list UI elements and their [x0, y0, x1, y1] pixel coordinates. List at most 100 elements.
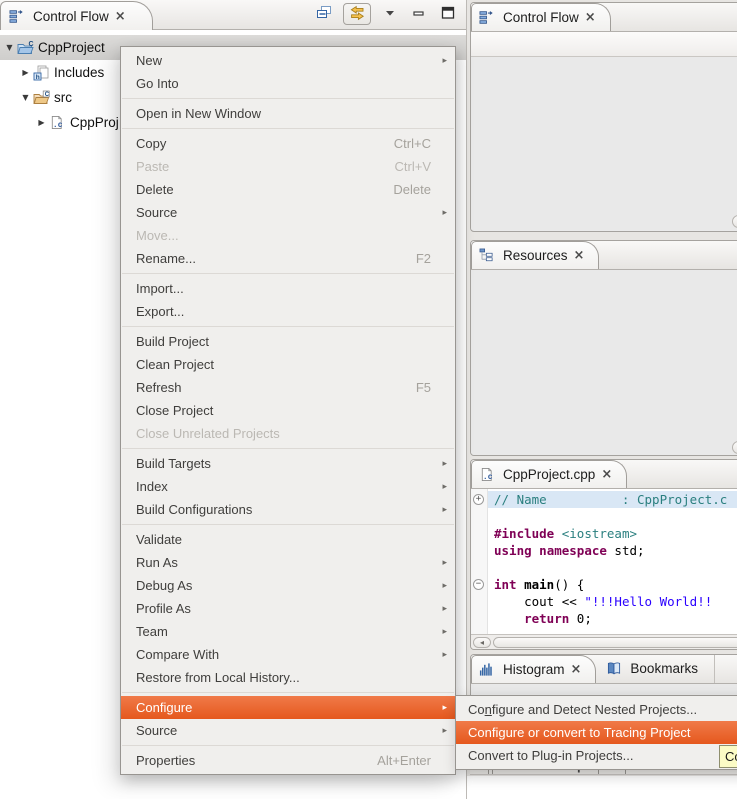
- maximize-button[interactable]: [438, 3, 458, 25]
- menu-item-source[interactable]: Source▸: [121, 719, 455, 742]
- minimize-button[interactable]: [409, 3, 429, 25]
- menu-item-rename[interactable]: Rename...F2: [121, 247, 455, 270]
- expander-icon[interactable]: ▼: [18, 93, 33, 102]
- menu-item-shortcut: Ctrl+C: [394, 136, 431, 151]
- svg-text:C: C: [29, 41, 34, 48]
- menu-item-build-project[interactable]: Build Project: [121, 330, 455, 353]
- tree-item-label: Includes: [54, 65, 104, 80]
- menu-item-label: Move...: [136, 228, 431, 243]
- scroll-left-button[interactable]: ◂: [732, 441, 737, 454]
- menu-item-shortcut: F5: [416, 380, 431, 395]
- scroll-left-button[interactable]: ◂: [473, 637, 491, 648]
- menu-item-open-in-new-window[interactable]: Open in New Window: [121, 102, 455, 125]
- menu-separator: [122, 448, 454, 449]
- menu-item-import[interactable]: Import...: [121, 277, 455, 300]
- code-editor[interactable]: +// Name : CppProject.c#include <iostrea…: [471, 489, 737, 635]
- close-icon[interactable]: ×: [115, 10, 126, 23]
- menu-item-close-project[interactable]: Close Project: [121, 399, 455, 422]
- tab-histogram[interactable]: Histogram×: [471, 655, 596, 683]
- tab-control-flow-left[interactable]: Control Flow ×: [0, 1, 153, 30]
- tab-control-flow[interactable]: Control Flow ×: [471, 3, 611, 31]
- code-line: cout << "!!!Hello World!!: [488, 593, 737, 610]
- control-flow-icon: [479, 10, 497, 26]
- menu-item-build-configurations[interactable]: Build Configurations▸: [121, 498, 455, 521]
- code-line: [488, 508, 737, 525]
- menu-item-label: Configure: [136, 700, 431, 715]
- expander-icon[interactable]: ▼: [2, 43, 17, 52]
- submenu-item-configure-and-detect-nested-projects[interactable]: Configure and Detect Nested Projects...: [456, 698, 737, 721]
- code-line: +// Name : CppProject.c: [488, 491, 737, 508]
- menu-item-shortcut: Delete: [393, 182, 431, 197]
- menu-item-source[interactable]: Source▸: [121, 201, 455, 224]
- close-icon[interactable]: ×: [571, 663, 582, 676]
- scrollbar-thumb[interactable]: [493, 637, 737, 648]
- menu-item-properties[interactable]: PropertiesAlt+Enter: [121, 749, 455, 772]
- menu-item-clean-project[interactable]: Clean Project: [121, 353, 455, 376]
- configure-submenu: Configure and Detect Nested Projects...C…: [455, 695, 737, 770]
- menu-item-label: Team: [136, 624, 431, 639]
- tab-resources[interactable]: Resources ×: [471, 241, 599, 269]
- menu-item-label: Delete: [136, 182, 373, 197]
- tab-label: Bookmarks: [630, 661, 698, 676]
- menu-item-index[interactable]: Index▸: [121, 475, 455, 498]
- horizontal-scrollbar[interactable]: ◂: [471, 634, 737, 649]
- control-flow-icon: [9, 8, 27, 24]
- link-with-editor-icon: [349, 5, 366, 24]
- menu-item-label: Source: [136, 205, 431, 220]
- folder-cpp-icon: C: [17, 40, 35, 56]
- submenu-arrow-icon: ▸: [437, 56, 447, 66]
- menu-item-move[interactable]: Move...: [121, 224, 455, 247]
- link-with-editor-button[interactable]: [343, 3, 371, 25]
- submenu-item-label: Convert to Plug-in Projects...: [468, 748, 737, 763]
- menu-item-close-unrelated-projects[interactable]: Close Unrelated Projects: [121, 422, 455, 445]
- view-menu-button[interactable]: [380, 3, 400, 25]
- tooltip: Co: [719, 745, 737, 768]
- menu-item-go-into[interactable]: Go Into: [121, 72, 455, 95]
- expander-icon[interactable]: ▶: [18, 68, 33, 77]
- fold-plus-icon[interactable]: +: [473, 494, 484, 505]
- tree-item-label: src: [54, 90, 72, 105]
- control-flow-content[interactable]: ◂: [471, 57, 737, 230]
- resources-content[interactable]: ◂: [471, 270, 737, 456]
- menu-separator: [122, 98, 454, 99]
- close-icon[interactable]: ×: [585, 11, 596, 24]
- menu-item-restore-from-local-history[interactable]: Restore from Local History...: [121, 666, 455, 689]
- close-icon[interactable]: ×: [574, 249, 585, 262]
- menu-item-paste[interactable]: PasteCtrl+V: [121, 155, 455, 178]
- collapse-all-icon: [316, 5, 333, 24]
- expander-icon[interactable]: ▶: [34, 118, 49, 127]
- code-lines: +// Name : CppProject.c#include <iostrea…: [488, 489, 737, 635]
- menu-item-team[interactable]: Team▸: [121, 620, 455, 643]
- menu-item-copy[interactable]: CopyCtrl+C: [121, 132, 455, 155]
- menu-item-export[interactable]: Export...: [121, 300, 455, 323]
- menu-item-build-targets[interactable]: Build Targets▸: [121, 452, 455, 475]
- menu-item-new[interactable]: New▸: [121, 49, 455, 72]
- maximize-icon: [441, 6, 455, 23]
- resources-view-panel: Resources × ◂: [470, 240, 737, 456]
- tab-bookmarks[interactable]: Bookmarks: [596, 654, 715, 683]
- code-line: return 0;: [488, 610, 737, 627]
- submenu-item-configure-or-convert-to-tracing-project[interactable]: Configure or convert to Tracing Project: [456, 721, 737, 744]
- menu-item-validate[interactable]: Validate: [121, 528, 455, 551]
- close-icon[interactable]: ×: [601, 468, 612, 481]
- scroll-left-button[interactable]: ◂: [732, 215, 737, 228]
- menu-item-run-as[interactable]: Run As▸: [121, 551, 455, 574]
- menu-item-profile-as[interactable]: Profile As▸: [121, 597, 455, 620]
- menu-item-label: Clean Project: [136, 357, 431, 372]
- code-line: −int main() {: [488, 576, 737, 593]
- menu-item-delete[interactable]: Delete Delete: [121, 178, 455, 201]
- project-context-menu: New▸Go IntoOpen in New WindowCopyCtrl+CP…: [120, 46, 456, 775]
- menu-item-configure[interactable]: Configure▸: [121, 696, 455, 719]
- menu-item-refresh[interactable]: RefreshF5: [121, 376, 455, 399]
- collapse-all-button[interactable]: [314, 3, 334, 25]
- menu-item-label: Go Into: [136, 76, 431, 91]
- tab-label: Control Flow: [503, 10, 579, 25]
- tab-cppproject-cpp[interactable]: .c CppProject.cpp ×: [471, 460, 627, 488]
- menu-item-compare-with[interactable]: Compare With▸: [121, 643, 455, 666]
- fold-minus-icon[interactable]: −: [473, 579, 484, 590]
- menu-item-debug-as[interactable]: Debug As▸: [121, 574, 455, 597]
- tab-label: CppProject.cpp: [503, 467, 595, 482]
- menu-item-label: Open in New Window: [136, 106, 431, 121]
- includes-icon: h: [33, 65, 51, 81]
- submenu-item-convert-to-plug-in-projects[interactable]: Convert to Plug-in Projects...: [456, 744, 737, 767]
